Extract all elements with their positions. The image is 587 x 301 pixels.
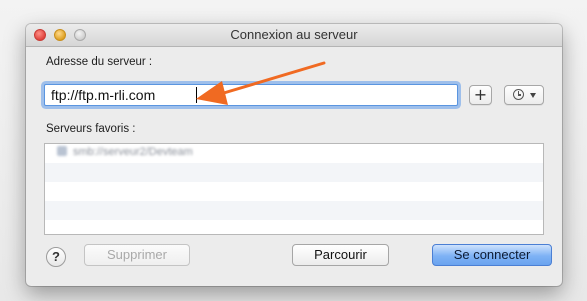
delete-favorite-button[interactable]: Supprimer bbox=[84, 244, 190, 266]
help-button[interactable]: ? bbox=[46, 247, 66, 267]
window-titlebar[interactable]: Connexion au serveur bbox=[26, 24, 562, 47]
favorite-servers-list[interactable]: smb://serveur2/Devteam bbox=[44, 143, 544, 235]
empty-list-row bbox=[45, 201, 543, 220]
text-caret bbox=[196, 87, 197, 103]
favorite-server-address: smb://serveur2/Devteam bbox=[73, 146, 193, 158]
server-address-input[interactable] bbox=[44, 84, 458, 106]
add-favorite-button[interactable]: + bbox=[469, 85, 492, 105]
clock-icon bbox=[513, 89, 524, 100]
list-item[interactable]: smb://serveur2/Devteam bbox=[45, 144, 543, 163]
window-title: Connexion au serveur bbox=[230, 27, 358, 42]
browse-button[interactable]: Parcourir bbox=[292, 244, 389, 266]
connect-to-server-dialog: Connexion au serveur Adresse du serveur … bbox=[26, 24, 562, 286]
empty-list-row bbox=[45, 182, 543, 201]
connect-button[interactable]: Se connecter bbox=[432, 244, 552, 266]
favorite-server-entry: smb://serveur2/Devteam bbox=[57, 146, 193, 158]
empty-list-row bbox=[45, 163, 543, 182]
server-address-label: Adresse du serveur : bbox=[46, 56, 153, 68]
favorite-servers-label: Serveurs favoris : bbox=[46, 123, 136, 135]
server-icon bbox=[57, 146, 67, 156]
plus-icon: + bbox=[473, 85, 488, 104]
recent-servers-button[interactable] bbox=[504, 85, 544, 105]
chevron-down-icon bbox=[530, 93, 536, 98]
